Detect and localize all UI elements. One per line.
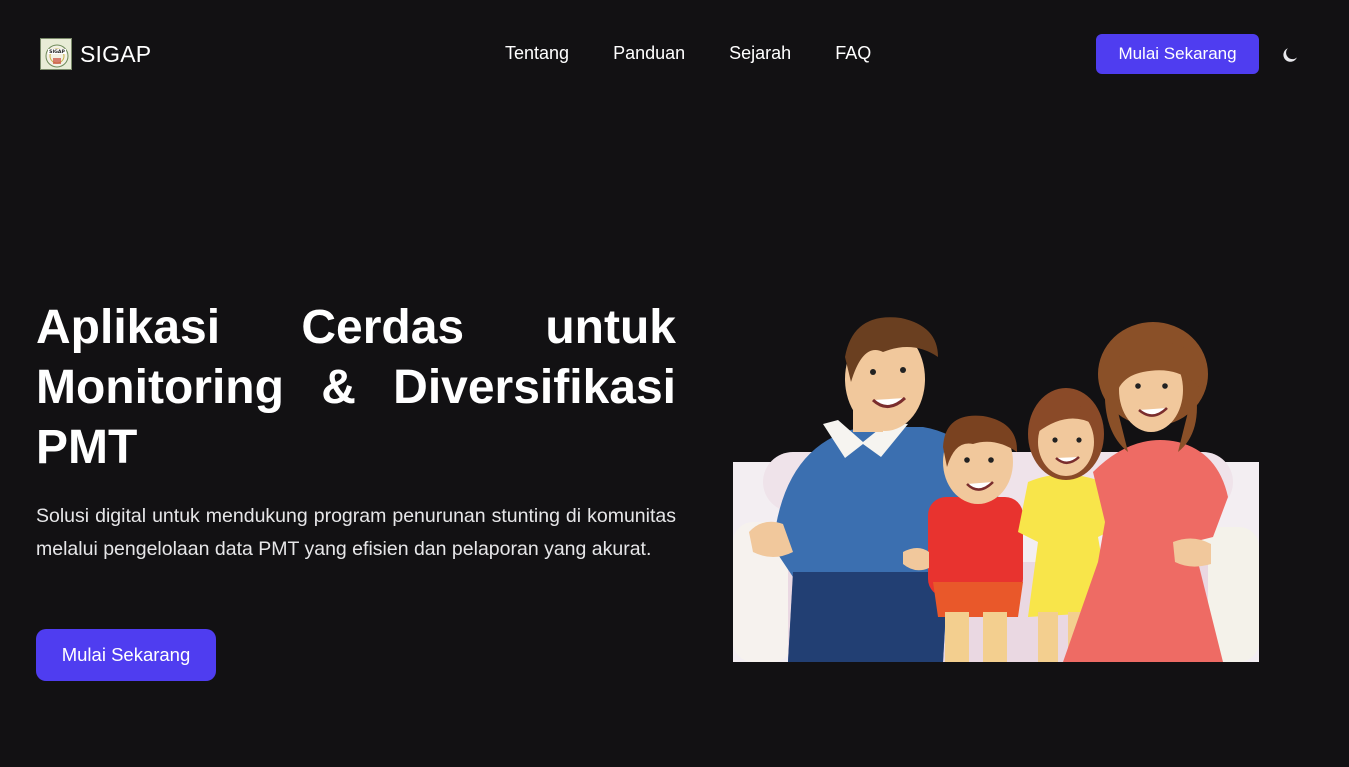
moon-icon[interactable] xyxy=(1282,44,1302,64)
sigap-logo-icon: SIGAP xyxy=(40,38,72,70)
nav-link-panduan[interactable]: Panduan xyxy=(613,43,685,64)
main-menu: Tentang Panduan Sejarah FAQ xyxy=(505,43,871,64)
logo-text: SIGAP xyxy=(49,49,65,55)
hero-cta-button[interactable]: Mulai Sekarang xyxy=(36,629,216,681)
hero-title: Aplikasi Cerdas untuk Monitoring & Diver… xyxy=(36,301,676,474)
landing-page: SIGAP SIGAP Tentang Panduan Sejarah FAQ … xyxy=(0,0,1349,767)
brand-name: SIGAP xyxy=(80,40,152,67)
brand-link[interactable]: SIGAP SIGAP xyxy=(40,38,151,70)
nav-link-faq[interactable]: FAQ xyxy=(835,43,871,64)
hero-description: Solusi digital untuk mendukung program p… xyxy=(36,505,676,560)
nav-link-tentang[interactable]: Tentang xyxy=(505,43,569,64)
nav-cta-button[interactable]: Mulai Sekarang xyxy=(1096,34,1259,74)
family-illustration xyxy=(733,312,1259,662)
navbar: SIGAP SIGAP Tentang Panduan Sejarah FAQ … xyxy=(0,0,1349,108)
nav-link-sejarah[interactable]: Sejarah xyxy=(729,43,791,64)
